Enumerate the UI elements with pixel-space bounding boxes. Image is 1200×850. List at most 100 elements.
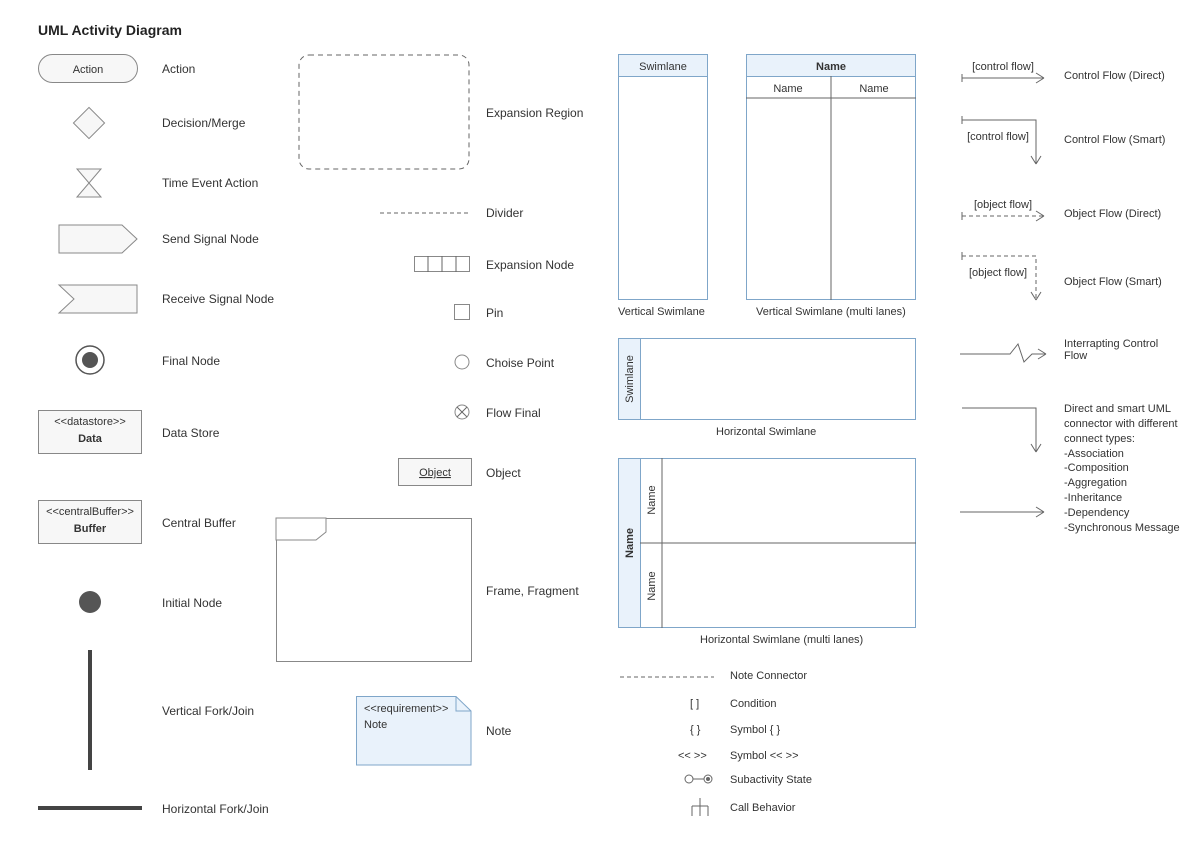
vswimlane-multi-shape: Name Name Name: [746, 54, 916, 300]
interrupting-flow-shape: [956, 338, 1052, 368]
hswimlane-shape: Swimlane: [618, 338, 916, 420]
vswim-multi-lane1: Name: [773, 83, 802, 95]
timeevent-shape: [76, 168, 102, 198]
decision-shape: [72, 106, 106, 140]
note-text: Note: [364, 719, 387, 731]
page-title: UML Activity Diagram: [38, 22, 182, 38]
vfork-shape: [88, 650, 94, 770]
hfork-shape: [38, 806, 142, 812]
sendsignal-shape: [58, 224, 138, 254]
finalnode-shape: [74, 344, 106, 376]
umlcon-block: Direct and smart UML connector with diff…: [1064, 402, 1194, 536]
umlcon-text: Direct and smart UML connector with diff…: [1064, 402, 1194, 447]
controlflow-smart-shape: [control flow]: [956, 112, 1052, 172]
choice-label: Choise Point: [486, 356, 554, 370]
expnode-shape: [414, 256, 470, 272]
vswimlane-header: Swimlane: [639, 61, 687, 73]
finalnode-label: Final Node: [162, 354, 220, 368]
datastore-shape: <<datastore>> Data: [38, 410, 142, 454]
ofd-label: Object Flow (Direct): [1064, 208, 1161, 220]
divider-shape: [380, 212, 470, 214]
symbol-angle-symbol: << >>: [678, 750, 707, 762]
pin-shape: [454, 304, 470, 320]
objectflow-direct-shape: [object flow]: [956, 196, 1052, 224]
datastore-stereo: <<datastore>>: [54, 416, 126, 428]
flowfinal-shape: [454, 404, 470, 420]
vswimlane-label: Vertical Swimlane: [618, 306, 705, 318]
umlcon-item-3: -Inheritance: [1064, 491, 1194, 506]
flowfinal-label: Flow Final: [486, 406, 541, 420]
recvsignal-label: Receive Signal Node: [162, 292, 274, 306]
initialnode-shape: [78, 590, 102, 614]
hfork-label: Horizontal Fork/Join: [162, 802, 269, 816]
hswimlane-label: Horizontal Swimlane: [716, 426, 816, 438]
hswim-multi-lane1: Name: [646, 485, 658, 514]
umlcon-item-1: -Composition: [1064, 461, 1194, 476]
objectflow-smart-shape: [object flow]: [956, 248, 1052, 308]
symbol-braces-symbol: { }: [690, 724, 700, 736]
timeevent-label: Time Event Action: [162, 176, 258, 190]
hswimlane-header: Swimlane: [624, 355, 636, 403]
pin-label: Pin: [486, 306, 503, 320]
vswim-multi-title: Name: [816, 61, 846, 73]
action-label: Action: [162, 62, 195, 76]
expregion-label: Expansion Region: [486, 106, 583, 120]
subactivity-shape: [684, 772, 714, 786]
cfd-tag: [control flow]: [972, 61, 1034, 73]
subactivity-label: Subactivity State: [730, 774, 812, 786]
centralbuffer-shape: <<centralBuffer>> Buffer: [38, 500, 142, 544]
frame-label: Frame, Fragment: [486, 584, 579, 598]
vswim-multi-lane2: Name: [859, 83, 888, 95]
callbehavior-label: Call Behavior: [730, 802, 795, 814]
callbehavior-shape: [690, 798, 710, 816]
initialnode-label: Initial Node: [162, 596, 222, 610]
noteconnector-label: Note Connector: [730, 670, 807, 682]
action-shape: Action: [38, 54, 138, 84]
hswimlane-multi-label: Horizontal Swimlane (multi lanes): [700, 634, 863, 646]
ofs-label: Object Flow (Smart): [1064, 276, 1162, 288]
hswim-multi-lane2: Name: [646, 571, 658, 600]
sendsignal-label: Send Signal Node: [162, 232, 259, 246]
note-label: Note: [486, 724, 511, 738]
note-stereo: <<requirement>>: [364, 703, 448, 715]
centralbuffer-label: Central Buffer: [162, 516, 236, 530]
hswim-multi-title: Name: [624, 528, 636, 558]
uml-connector-elbow: [956, 400, 1052, 460]
frame-shape: [276, 518, 472, 662]
datastore-text: Data: [78, 433, 103, 445]
uml-connector-straight: [956, 502, 1052, 522]
symbol-braces-label: Symbol { }: [730, 724, 780, 736]
umlcon-item-4: -Dependency: [1064, 506, 1194, 521]
condition-symbol: [ ]: [690, 698, 699, 710]
uml-activity-diagram-palette: UML Activity Diagram Action Action Decis…: [0, 0, 1200, 850]
cfs-label: Control Flow (Smart): [1064, 134, 1165, 146]
recvsignal-shape: [58, 284, 138, 314]
action-shape-text: Action: [73, 64, 104, 76]
icf-label: Interrapting Control Flow: [1064, 338, 1184, 362]
object-shape-text: Object: [419, 467, 451, 479]
centralbuffer-text: Buffer: [74, 523, 107, 535]
expnode-label: Expansion Node: [486, 258, 574, 272]
symbol-angle-label: Symbol << >>: [730, 750, 799, 762]
ofs-tag: [object flow]: [969, 267, 1027, 279]
cfd-label: Control Flow (Direct): [1064, 70, 1165, 82]
decision-label: Decision/Merge: [162, 116, 245, 130]
umlcon-item-0: -Association: [1064, 447, 1194, 462]
condition-label: Condition: [730, 698, 776, 710]
cfs-tag: [control flow]: [967, 131, 1029, 143]
expregion-shape: [298, 54, 470, 170]
hswimlane-multi-shape: Name Name Name: [618, 458, 916, 628]
object-label: Object: [486, 466, 521, 480]
centralbuffer-stereo: <<centralBuffer>>: [46, 506, 134, 518]
datastore-label: Data Store: [162, 426, 219, 440]
controlflow-direct-shape: [control flow]: [956, 58, 1052, 86]
choice-shape: [454, 354, 470, 370]
object-shape: Object: [398, 458, 472, 486]
vswimlane-multi-label: Vertical Swimlane (multi lanes): [756, 306, 906, 318]
vswimlane-shape: Swimlane: [618, 54, 708, 300]
note-shape: <<requirement>> Note: [356, 696, 472, 766]
noteconnector-shape: [620, 676, 714, 678]
vfork-label: Vertical Fork/Join: [162, 704, 254, 718]
ofd-tag: [object flow]: [974, 199, 1032, 211]
divider-label: Divider: [486, 206, 523, 220]
